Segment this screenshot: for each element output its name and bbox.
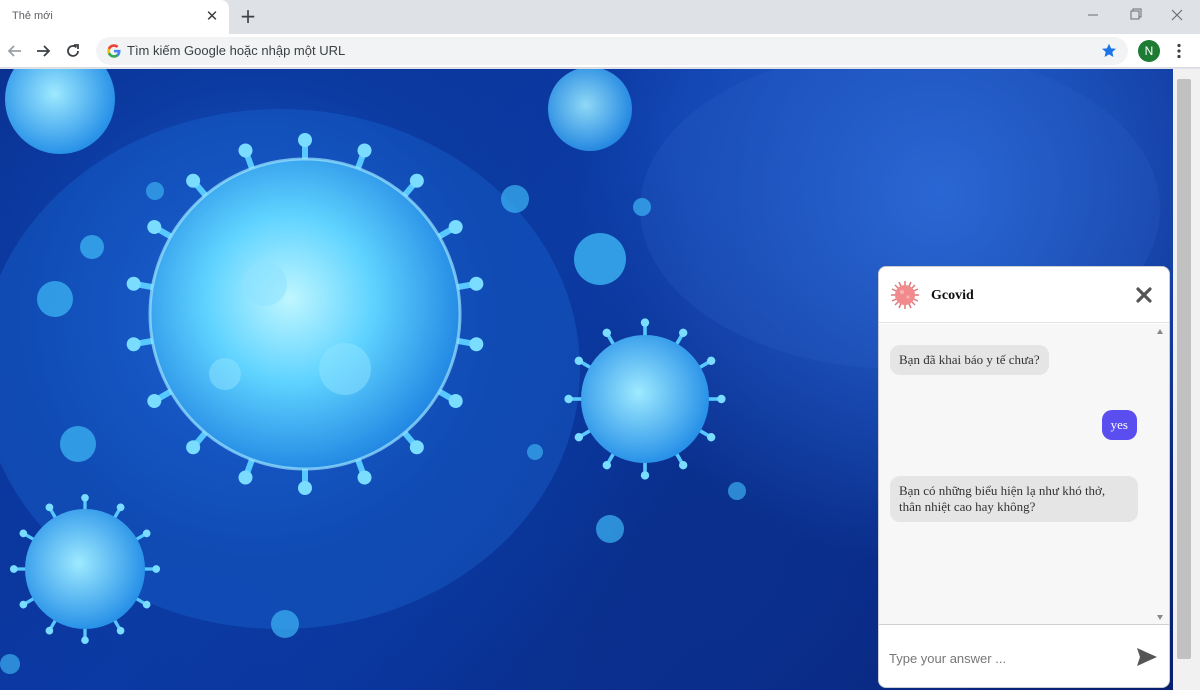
bot-message: Bạn đã khai báo y tế chưa? — [890, 345, 1049, 375]
kebab-menu-icon[interactable] — [1170, 42, 1188, 60]
chat-header: Gcovid — [879, 267, 1169, 323]
browser-toolbar: Tìm kiếm Google hoặc nhập một URL N — [0, 34, 1200, 68]
reload-icon[interactable] — [64, 42, 82, 60]
send-icon[interactable] — [1135, 645, 1159, 669]
page-scrollbar-thumb[interactable] — [1177, 79, 1191, 659]
address-bar[interactable]: Tìm kiếm Google hoặc nhập một URL — [96, 37, 1128, 65]
tab-title: Thẻ mới — [12, 10, 53, 22]
chat-messages: Bạn đã khai báo y tế chưa? yes Bạn có nh… — [879, 324, 1169, 624]
chat-close-icon[interactable] — [1133, 284, 1155, 306]
restore-icon[interactable] — [1124, 6, 1146, 24]
chat-scrollbar[interactable] — [1155, 324, 1167, 624]
answer-input[interactable] — [889, 648, 1119, 668]
scroll-down-arrow-icon[interactable] — [1157, 615, 1163, 620]
forward-arrow-icon[interactable] — [34, 42, 52, 60]
page-scrollbar[interactable] — [1173, 69, 1200, 690]
user-message: yes — [1101, 410, 1137, 440]
virus-logo-icon — [891, 281, 919, 309]
chat-title: Gcovid — [931, 288, 974, 303]
minimize-icon[interactable] — [1082, 6, 1104, 24]
profile-avatar[interactable]: N — [1138, 40, 1160, 62]
bookmark-star-icon[interactable] — [1100, 42, 1118, 60]
omnibox-text: Tìm kiếm Google hoặc nhập một URL — [127, 43, 346, 58]
back-arrow-icon[interactable] — [6, 42, 24, 60]
chat-input-bar — [879, 624, 1169, 687]
google-icon — [107, 44, 121, 58]
scroll-up-arrow-icon[interactable] — [1157, 329, 1163, 334]
bot-message: Bạn có những biểu hiện lạ như khó thở, t… — [890, 476, 1138, 522]
tab-close-icon[interactable]: ✕ — [204, 8, 220, 24]
tab-strip: Thẻ mới ✕ + — [0, 0, 1200, 34]
window-close-icon[interactable] — [1166, 6, 1188, 24]
tab-new-tab[interactable]: Thẻ mới ✕ — [0, 0, 229, 34]
new-tab-button[interactable]: + — [238, 6, 258, 27]
chatbot-widget: Gcovid Bạn đã khai báo y tế chưa? yes Bạ… — [878, 266, 1170, 688]
